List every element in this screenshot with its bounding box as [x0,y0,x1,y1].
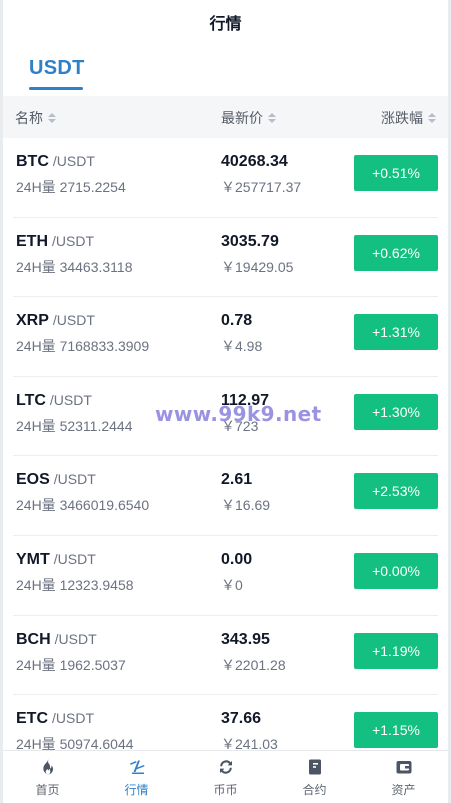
last-price: 343.95 [221,630,270,648]
tab-active-indicator [29,87,83,90]
cny-price: ￥257717.37 [221,179,302,195]
change-badge[interactable]: +1.19% [354,632,438,669]
symbol: ETH [16,232,48,250]
tabbar-item-home[interactable]: 首页 [3,751,92,803]
pair-symbol: BTC/USDT [16,153,95,171]
pair-symbol: YMT/USDT [16,551,96,569]
symbol: BTC [16,153,49,170]
sort-by-change[interactable]: 涨跌幅 [381,108,436,128]
quote-currency: /USDT [52,312,95,329]
market-row[interactable]: BTC/USDT 24H量 2715.2254 40268.34 ￥257717… [13,138,438,218]
volume-24h: 24H量 7168833.3909 [16,338,150,355]
pair-symbol: LTC/USDT [16,392,92,410]
tabbar-label: 行情 [124,782,149,797]
change-badge[interactable]: +1.31% [354,314,438,351]
change-badge[interactable]: +1.30% [354,393,438,430]
cny-price: ￥0 [221,576,243,593]
tabbar-item-exchange[interactable]: 币币 [181,751,270,803]
pair-symbol: ETH/USDT [16,233,94,251]
symbol: EOS [16,471,50,489]
quote-currency: /USDT [54,630,97,647]
wallet-icon [394,757,414,777]
symbol: LTC [16,391,46,409]
bottom-tabbar: 首页 行情 币币 合约 资产 [3,750,448,803]
tabbar-item-assets[interactable]: 资产 [359,751,448,803]
pair-symbol: EOS/USDT [16,471,96,489]
column-price-label: 最新价 [221,110,263,126]
volume-24h: 24H量 34463.3118 [16,258,133,275]
market-list: BTC/USDT 24H量 2715.2254 40268.34 ￥257717… [3,138,448,775]
sort-icon [268,113,276,123]
tabbar-item-contract[interactable]: 合约 [270,751,359,803]
cny-price: ￥19429.05 [221,258,294,275]
market-row[interactable]: EOS/USDT 24H量 3466019.6540 2.61 ￥16.69 +… [13,456,438,536]
sort-by-name[interactable]: 名称 [15,108,56,128]
sort-by-price[interactable]: 最新价 [221,108,276,128]
column-header: 名称 最新价 涨跌幅 [3,96,448,138]
page-title: 行情 [209,16,242,33]
last-price: 0.00 [221,550,253,568]
market-row[interactable]: BCH/USDT 24H量 1962.5037 343.95 ￥2201.28 … [13,616,438,696]
last-price: 37.66 [221,710,262,728]
market-row[interactable]: ETH/USDT 24H量 34463.3118 3035.79 ￥19429.… [13,218,438,298]
symbol: BCH [16,630,51,648]
volume-24h: 24H量 2715.2254 [16,179,126,195]
market-row[interactable]: LTC/USDT 24H量 52311.2444 112.97 ￥723 +1.… [13,377,438,457]
pair-symbol: BCH/USDT [16,631,97,649]
volume-24h: 24H量 3466019.6540 [16,497,150,514]
sort-icon [48,113,56,123]
quote-tabs: USDT [3,44,448,96]
pair-symbol: XRP/USDT [16,312,95,330]
column-change-label: 涨跌幅 [381,110,423,126]
tabbar-label: 资产 [391,782,416,797]
market-row[interactable]: YMT/USDT 24H量 12323.9458 0.00 ￥0 +0.00% [13,536,438,616]
cny-price: ￥2201.28 [221,656,286,673]
quote-currency: /USDT [53,550,96,567]
market-icon [127,757,147,777]
last-price: 3035.79 [221,232,279,250]
tab-usdt[interactable]: USDT [29,57,85,90]
last-price: 2.61 [221,471,253,489]
tabbar-item-market[interactable]: 行情 [92,751,181,803]
cny-price: ￥4.98 [221,338,263,355]
volume-24h: 24H量 1962.5037 [16,656,126,673]
quote-currency: /USDT [52,153,95,169]
quote-currency: /USDT [52,710,94,727]
symbol: YMT [16,550,50,568]
cny-price: ￥16.69 [221,497,271,514]
change-badge[interactable]: +2.53% [354,473,438,510]
quote-currency: /USDT [49,391,92,408]
change-badge[interactable]: +1.15% [354,712,438,749]
tab-usdt-label: USDT [29,57,85,79]
cny-price: ￥723 [221,417,259,434]
tabbar-label: 合约 [302,782,327,797]
symbol: ETC [16,710,48,728]
flame-icon [38,757,58,777]
contract-icon [305,757,325,777]
last-price: 112.97 [221,391,270,409]
quote-currency: /USDT [53,471,96,488]
column-name-label: 名称 [15,110,43,126]
last-price: 40268.34 [221,153,288,170]
tabbar-label: 币币 [213,782,238,797]
app-frame: 行情 USDT 名称 最新价 涨跌幅 BTC/USDT 24H量 2715.22… [0,0,451,803]
sort-icon [428,113,436,123]
change-badge[interactable]: +0.51% [354,155,438,191]
volume-24h: 24H量 52311.2444 [16,417,133,434]
last-price: 0.78 [221,312,253,330]
pair-symbol: ETC/USDT [16,710,94,728]
symbol: XRP [16,312,49,330]
exchange-icon [216,757,236,777]
tabbar-label: 首页 [35,782,60,797]
change-badge[interactable]: +0.00% [354,552,438,589]
change-badge[interactable]: +0.62% [354,234,438,271]
market-row[interactable]: XRP/USDT 24H量 7168833.3909 0.78 ￥4.98 +1… [13,297,438,377]
quote-currency: /USDT [52,232,94,249]
volume-24h: 24H量 12323.9458 [16,576,134,593]
